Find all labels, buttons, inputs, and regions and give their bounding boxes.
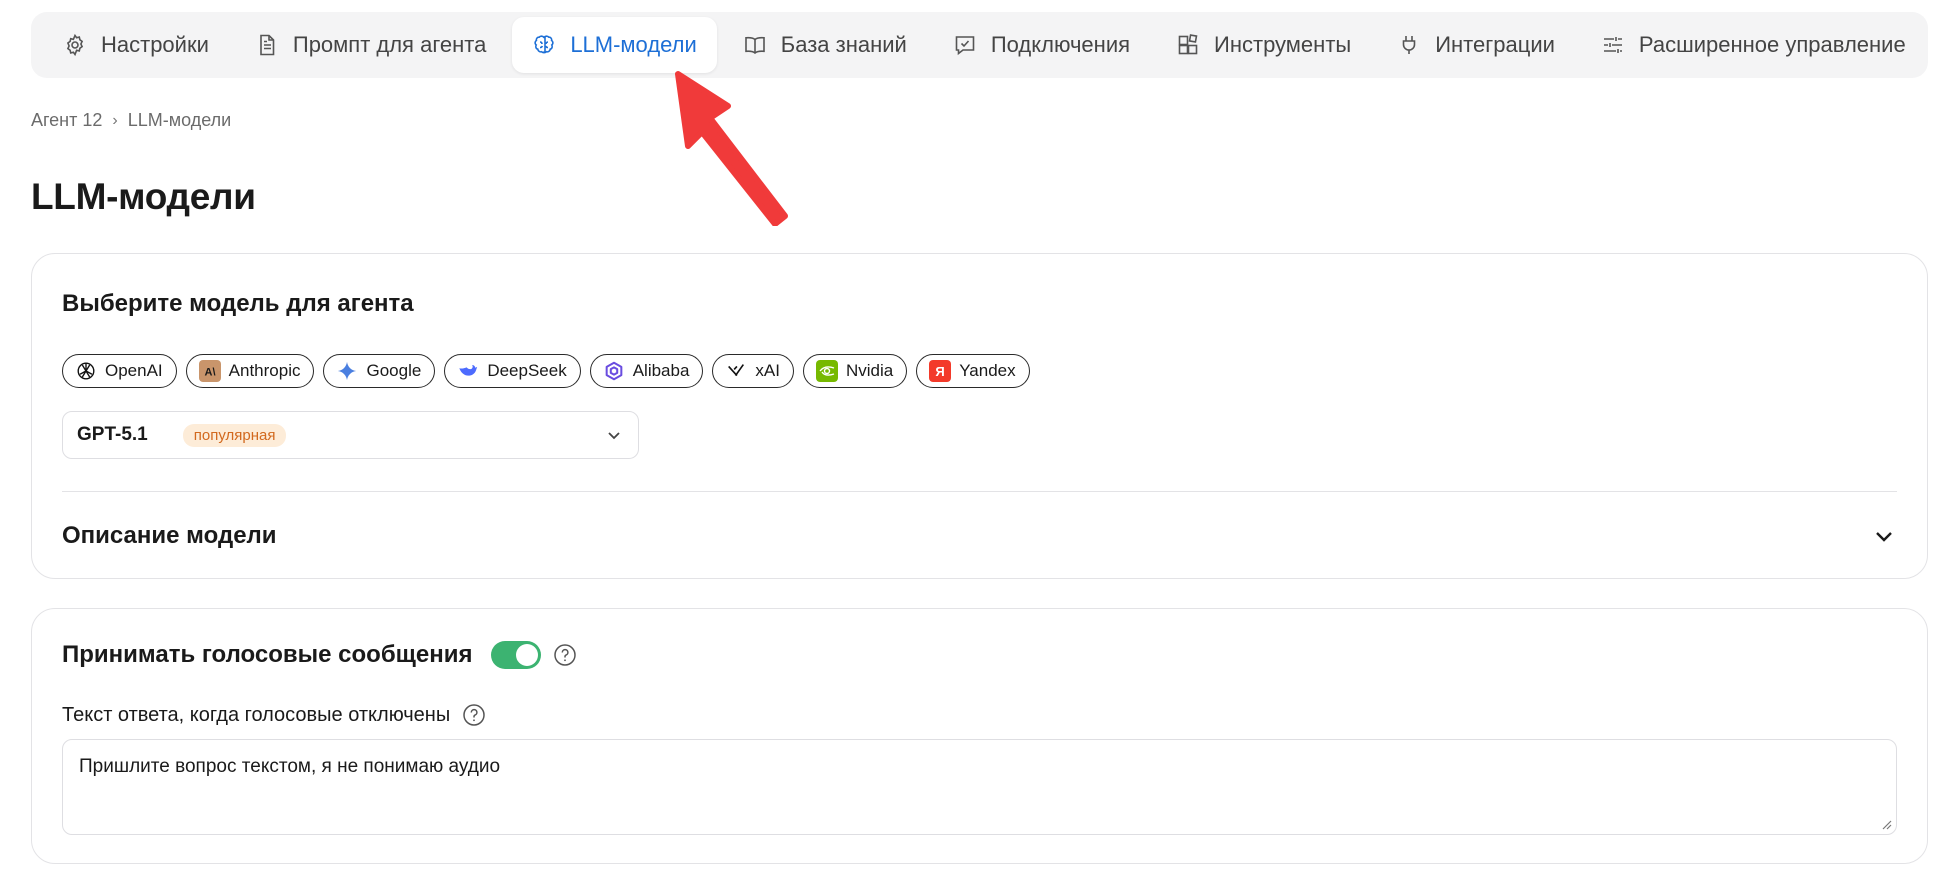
deepseek-whale-icon bbox=[457, 360, 479, 382]
voice-messages-card: Принимать голосовые сообщения Текст отве… bbox=[31, 608, 1928, 864]
vendor-chip-deepseek[interactable]: DeepSeek bbox=[444, 354, 581, 388]
breadcrumb-current: LLM-модели bbox=[127, 110, 232, 130]
openai-logo-icon bbox=[75, 360, 97, 382]
vendor-chip-google[interactable]: Google bbox=[323, 354, 436, 388]
yandex-logo-icon: Я bbox=[929, 360, 952, 382]
tab-label: Подключения bbox=[990, 32, 1131, 57]
svg-text:A\: A\ bbox=[204, 367, 215, 379]
toggle-knob bbox=[515, 644, 538, 666]
tab-label: Инструменты bbox=[1214, 32, 1352, 57]
vendor-label: Alibaba bbox=[632, 361, 690, 380]
gear-icon bbox=[63, 33, 87, 57]
brain-icon bbox=[532, 33, 556, 57]
tab-settings[interactable]: Настройки bbox=[63, 17, 229, 73]
plug-icon bbox=[1397, 33, 1421, 57]
tab-label: Промпт для агента bbox=[292, 32, 487, 57]
chevron-down-icon bbox=[604, 425, 624, 445]
reply-text-value: Пришлите вопрос текстом, я не понимаю ау… bbox=[79, 756, 501, 777]
reply-text-label: Текст ответа, когда голосовые отключены bbox=[62, 703, 451, 726]
help-icon[interactable] bbox=[462, 703, 486, 727]
vendor-chip-nvidia[interactable]: Nvidia bbox=[802, 354, 908, 388]
model-description-toggle[interactable]: Описание модели bbox=[62, 512, 1897, 560]
reply-text-label-row: Текст ответа, когда голосовые отключены bbox=[62, 703, 486, 727]
google-gemini-logo-icon bbox=[336, 360, 358, 382]
vendor-chip-openai[interactable]: OpenAI bbox=[62, 354, 177, 388]
book-icon bbox=[743, 33, 767, 57]
tab-label: Настройки bbox=[101, 32, 209, 57]
tab-label: LLM-модели bbox=[570, 32, 697, 57]
vendor-label: Yandex bbox=[959, 361, 1016, 380]
vendor-label: OpenAI bbox=[105, 361, 163, 380]
tab-integrations[interactable]: Интеграции bbox=[1377, 17, 1575, 73]
vendor-filter: OpenAI A\ Anthropic Google DeepSeek Alib… bbox=[62, 354, 1030, 388]
breadcrumb: Агент 12 › LLM-модели bbox=[31, 110, 231, 131]
blocks-icon bbox=[1176, 33, 1200, 57]
breadcrumb-agent[interactable]: Агент 12 bbox=[31, 110, 102, 131]
breadcrumb-separator: › bbox=[112, 111, 118, 129]
tab-label: Расширенное управление bbox=[1638, 32, 1906, 57]
vendor-chip-yandex[interactable]: Я Yandex bbox=[916, 354, 1030, 388]
model-description-label: Описание модели bbox=[62, 522, 277, 549]
anthropic-logo-icon: A\ bbox=[198, 360, 221, 382]
accept-voice-toggle[interactable] bbox=[490, 641, 541, 669]
accept-voice-row: Принимать голосовые сообщения bbox=[62, 641, 577, 669]
tab-advanced[interactable]: Расширенное управление bbox=[1581, 17, 1926, 73]
help-icon[interactable] bbox=[553, 643, 577, 667]
nvidia-logo-icon bbox=[815, 360, 838, 382]
vendor-label: Google bbox=[366, 361, 422, 380]
vendor-chip-alibaba[interactable]: Alibaba bbox=[589, 354, 704, 388]
tab-label: Интеграции bbox=[1435, 32, 1555, 57]
xai-logo-icon bbox=[725, 360, 747, 382]
document-icon bbox=[255, 33, 279, 57]
vendor-chip-xai[interactable]: xAI bbox=[712, 354, 794, 388]
alibaba-qwen-logo-icon bbox=[603, 360, 625, 382]
model-selection-heading: Выберите модель для агента bbox=[62, 290, 414, 317]
sliders-icon bbox=[1601, 33, 1625, 57]
tab-llm-models[interactable]: LLM-модели bbox=[512, 17, 717, 73]
tab-prompt[interactable]: Промпт для агента bbox=[235, 17, 506, 73]
divider bbox=[62, 491, 1897, 492]
accept-voice-label: Принимать голосовые сообщения bbox=[62, 641, 473, 668]
model-selection-card: Выберите модель для агента OpenAI A\ Ant… bbox=[31, 253, 1928, 579]
svg-text:Я: Я bbox=[936, 364, 945, 379]
vendor-chip-anthropic[interactable]: A\ Anthropic bbox=[185, 354, 315, 388]
selected-model: GPT-5.1 bbox=[77, 424, 148, 445]
vendor-label: Nvidia bbox=[845, 361, 894, 380]
tab-connections[interactable]: Подключения bbox=[933, 17, 1150, 73]
vendor-label: Anthropic bbox=[228, 361, 301, 380]
model-select[interactable]: GPT-5.1 популярная bbox=[62, 411, 639, 459]
page: Настройки Промпт для агента LLM-модели Б… bbox=[0, 0, 1951, 895]
popular-badge: популярная bbox=[182, 423, 287, 447]
chat-check-icon bbox=[953, 33, 977, 57]
vendor-label: DeepSeek bbox=[487, 361, 567, 380]
annotation-arrow-icon bbox=[675, 71, 788, 226]
chevron-down-icon bbox=[1871, 523, 1897, 549]
vendor-label: xAI bbox=[755, 361, 780, 380]
reply-text-input[interactable]: Пришлите вопрос текстом, я не понимаю ау… bbox=[62, 739, 1897, 835]
tab-bar: Настройки Промпт для агента LLM-модели Б… bbox=[31, 12, 1928, 78]
tab-label: База знаний bbox=[780, 32, 907, 57]
resize-grip-icon[interactable] bbox=[1880, 818, 1892, 830]
tab-knowledge-base[interactable]: База знаний bbox=[723, 17, 927, 73]
tab-tools[interactable]: Инструменты bbox=[1156, 17, 1371, 73]
page-title: LLM-модели bbox=[31, 176, 256, 217]
